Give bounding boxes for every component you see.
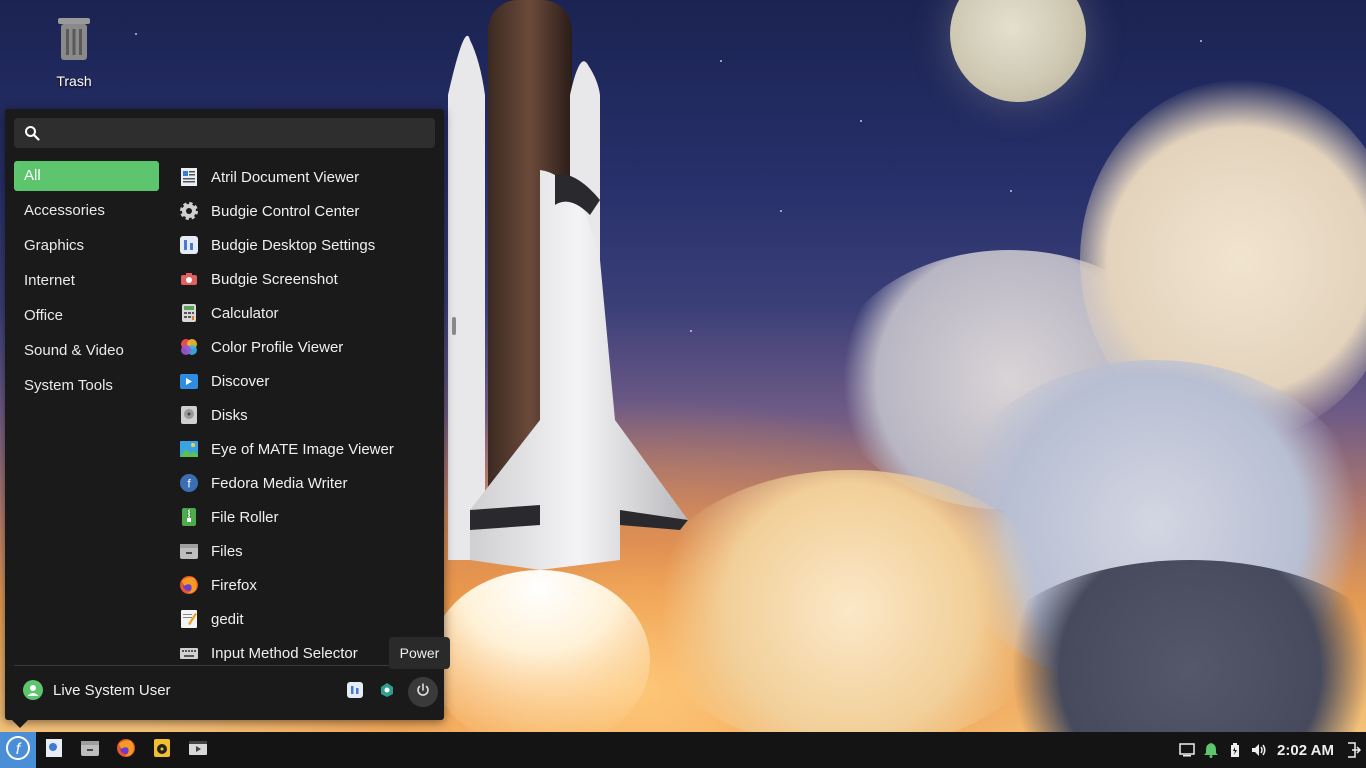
taskbar-document-viewer[interactable] xyxy=(36,732,72,768)
search-icon xyxy=(14,125,50,141)
category-graphics[interactable]: Graphics xyxy=(14,231,159,261)
app-label: Color Profile Viewer xyxy=(211,338,344,356)
calculator-icon xyxy=(178,302,200,324)
clock[interactable]: 2:02 AM xyxy=(1277,742,1334,759)
category-list: All Accessories Graphics Internet Office… xyxy=(14,161,159,406)
app-budgie-screenshot[interactable]: Budgie Screenshot xyxy=(175,262,435,296)
video-player-icon xyxy=(188,738,208,763)
keyboard-icon xyxy=(178,642,200,664)
text-editor-icon xyxy=(178,608,200,630)
search-input[interactable] xyxy=(50,124,435,142)
gear-icon xyxy=(178,200,200,222)
svg-text:f: f xyxy=(16,741,22,758)
firefox-icon xyxy=(178,574,200,596)
app-label: Budgie Desktop Settings xyxy=(211,236,376,254)
app-label: Eye of MATE Image Viewer xyxy=(211,440,394,458)
app-calculator[interactable]: Calculator xyxy=(175,296,435,330)
application-list: Atril Document Viewer Budgie Control Cen… xyxy=(175,160,435,664)
app-label: Disks xyxy=(211,406,248,424)
category-all[interactable]: All xyxy=(14,161,159,191)
app-label: Fedora Media Writer xyxy=(211,474,348,492)
app-label: Budgie Control Center xyxy=(211,202,360,220)
settings-shortcut-button[interactable] xyxy=(340,677,370,707)
app-firefox[interactable]: Firefox xyxy=(175,568,435,602)
app-eye-of-mate[interactable]: Eye of MATE Image Viewer xyxy=(175,432,435,466)
trash-desktop-icon[interactable]: Trash xyxy=(44,14,104,89)
app-fedora-media-writer[interactable]: f Fedora Media Writer xyxy=(175,466,435,500)
files-icon xyxy=(178,540,200,562)
media-writer-icon: f xyxy=(178,472,200,494)
taskbar-files[interactable] xyxy=(72,732,108,768)
desktop-settings-icon xyxy=(178,234,200,256)
power-icon xyxy=(415,682,431,703)
music-player-icon xyxy=(152,738,172,763)
network-icon[interactable] xyxy=(1175,743,1199,757)
budgie-lock-icon xyxy=(378,681,396,704)
session-logout-icon[interactable] xyxy=(1342,742,1366,758)
trash-icon xyxy=(58,18,90,60)
taskbar-video-player[interactable] xyxy=(180,732,216,768)
category-system-tools[interactable]: System Tools xyxy=(14,371,159,401)
app-color-profile-viewer[interactable]: Color Profile Viewer xyxy=(175,330,435,364)
app-file-roller[interactable]: File Roller xyxy=(175,500,435,534)
app-label: Calculator xyxy=(211,304,279,322)
app-label: Firefox xyxy=(211,576,257,594)
app-label: Atril Document Viewer xyxy=(211,168,360,186)
battery-icon[interactable] xyxy=(1223,742,1247,758)
app-atril[interactable]: Atril Document Viewer xyxy=(175,160,435,194)
moon xyxy=(950,0,1086,102)
app-label: Input Method Selector xyxy=(211,644,358,662)
search-box[interactable] xyxy=(14,118,435,148)
color-profile-icon xyxy=(178,336,200,358)
category-sound-video[interactable]: Sound & Video xyxy=(14,336,159,366)
app-disks[interactable]: Disks xyxy=(175,398,435,432)
notification-bell-icon[interactable] xyxy=(1199,742,1223,758)
category-office[interactable]: Office xyxy=(14,301,159,331)
camera-icon xyxy=(178,268,200,290)
app-files[interactable]: Files xyxy=(175,534,435,568)
power-tooltip: Power xyxy=(389,637,450,669)
taskbar-firefox[interactable] xyxy=(108,732,144,768)
files-icon xyxy=(80,738,100,763)
disks-icon xyxy=(178,404,200,426)
menu-footer: Live System User xyxy=(14,665,438,721)
taskbar-music-player[interactable] xyxy=(144,732,180,768)
power-button[interactable] xyxy=(408,677,438,707)
app-label: gedit xyxy=(211,610,244,628)
desktop-settings-icon xyxy=(346,681,364,704)
fedora-logo-icon: f xyxy=(5,735,31,766)
category-internet[interactable]: Internet xyxy=(14,266,159,296)
app-budgie-desktop-settings[interactable]: Budgie Desktop Settings xyxy=(175,228,435,262)
app-discover[interactable]: Discover xyxy=(175,364,435,398)
category-accessories[interactable]: Accessories xyxy=(14,196,159,226)
trash-label: Trash xyxy=(56,73,92,89)
image-viewer-icon xyxy=(178,438,200,460)
app-gedit[interactable]: gedit xyxy=(175,602,435,636)
user-avatar-icon xyxy=(23,680,43,700)
user-name: Live System User xyxy=(53,681,171,699)
scrollbar[interactable] xyxy=(452,317,456,335)
app-label: Files xyxy=(211,542,243,560)
app-budgie-control-center[interactable]: Budgie Control Center xyxy=(175,194,435,228)
document-viewer-icon xyxy=(44,738,64,763)
user-button[interactable]: Live System User xyxy=(23,680,171,700)
menu-launcher-button[interactable]: f xyxy=(0,732,36,768)
bottom-panel: f 2:02 AM xyxy=(0,732,1366,768)
system-tray: 2:02 AM xyxy=(1175,732,1366,768)
archive-icon xyxy=(178,506,200,528)
lock-screen-button[interactable] xyxy=(372,677,402,707)
document-viewer-icon xyxy=(178,166,200,188)
menu-pointer xyxy=(12,720,28,728)
volume-icon[interactable] xyxy=(1247,742,1271,758)
firefox-icon xyxy=(116,738,136,763)
app-label: Discover xyxy=(211,372,270,390)
space-shuttle-illustration xyxy=(440,0,688,732)
app-label: File Roller xyxy=(211,508,279,526)
discover-icon xyxy=(178,370,200,392)
app-label: Budgie Screenshot xyxy=(211,270,338,288)
application-menu: All Accessories Graphics Internet Office… xyxy=(5,109,444,720)
